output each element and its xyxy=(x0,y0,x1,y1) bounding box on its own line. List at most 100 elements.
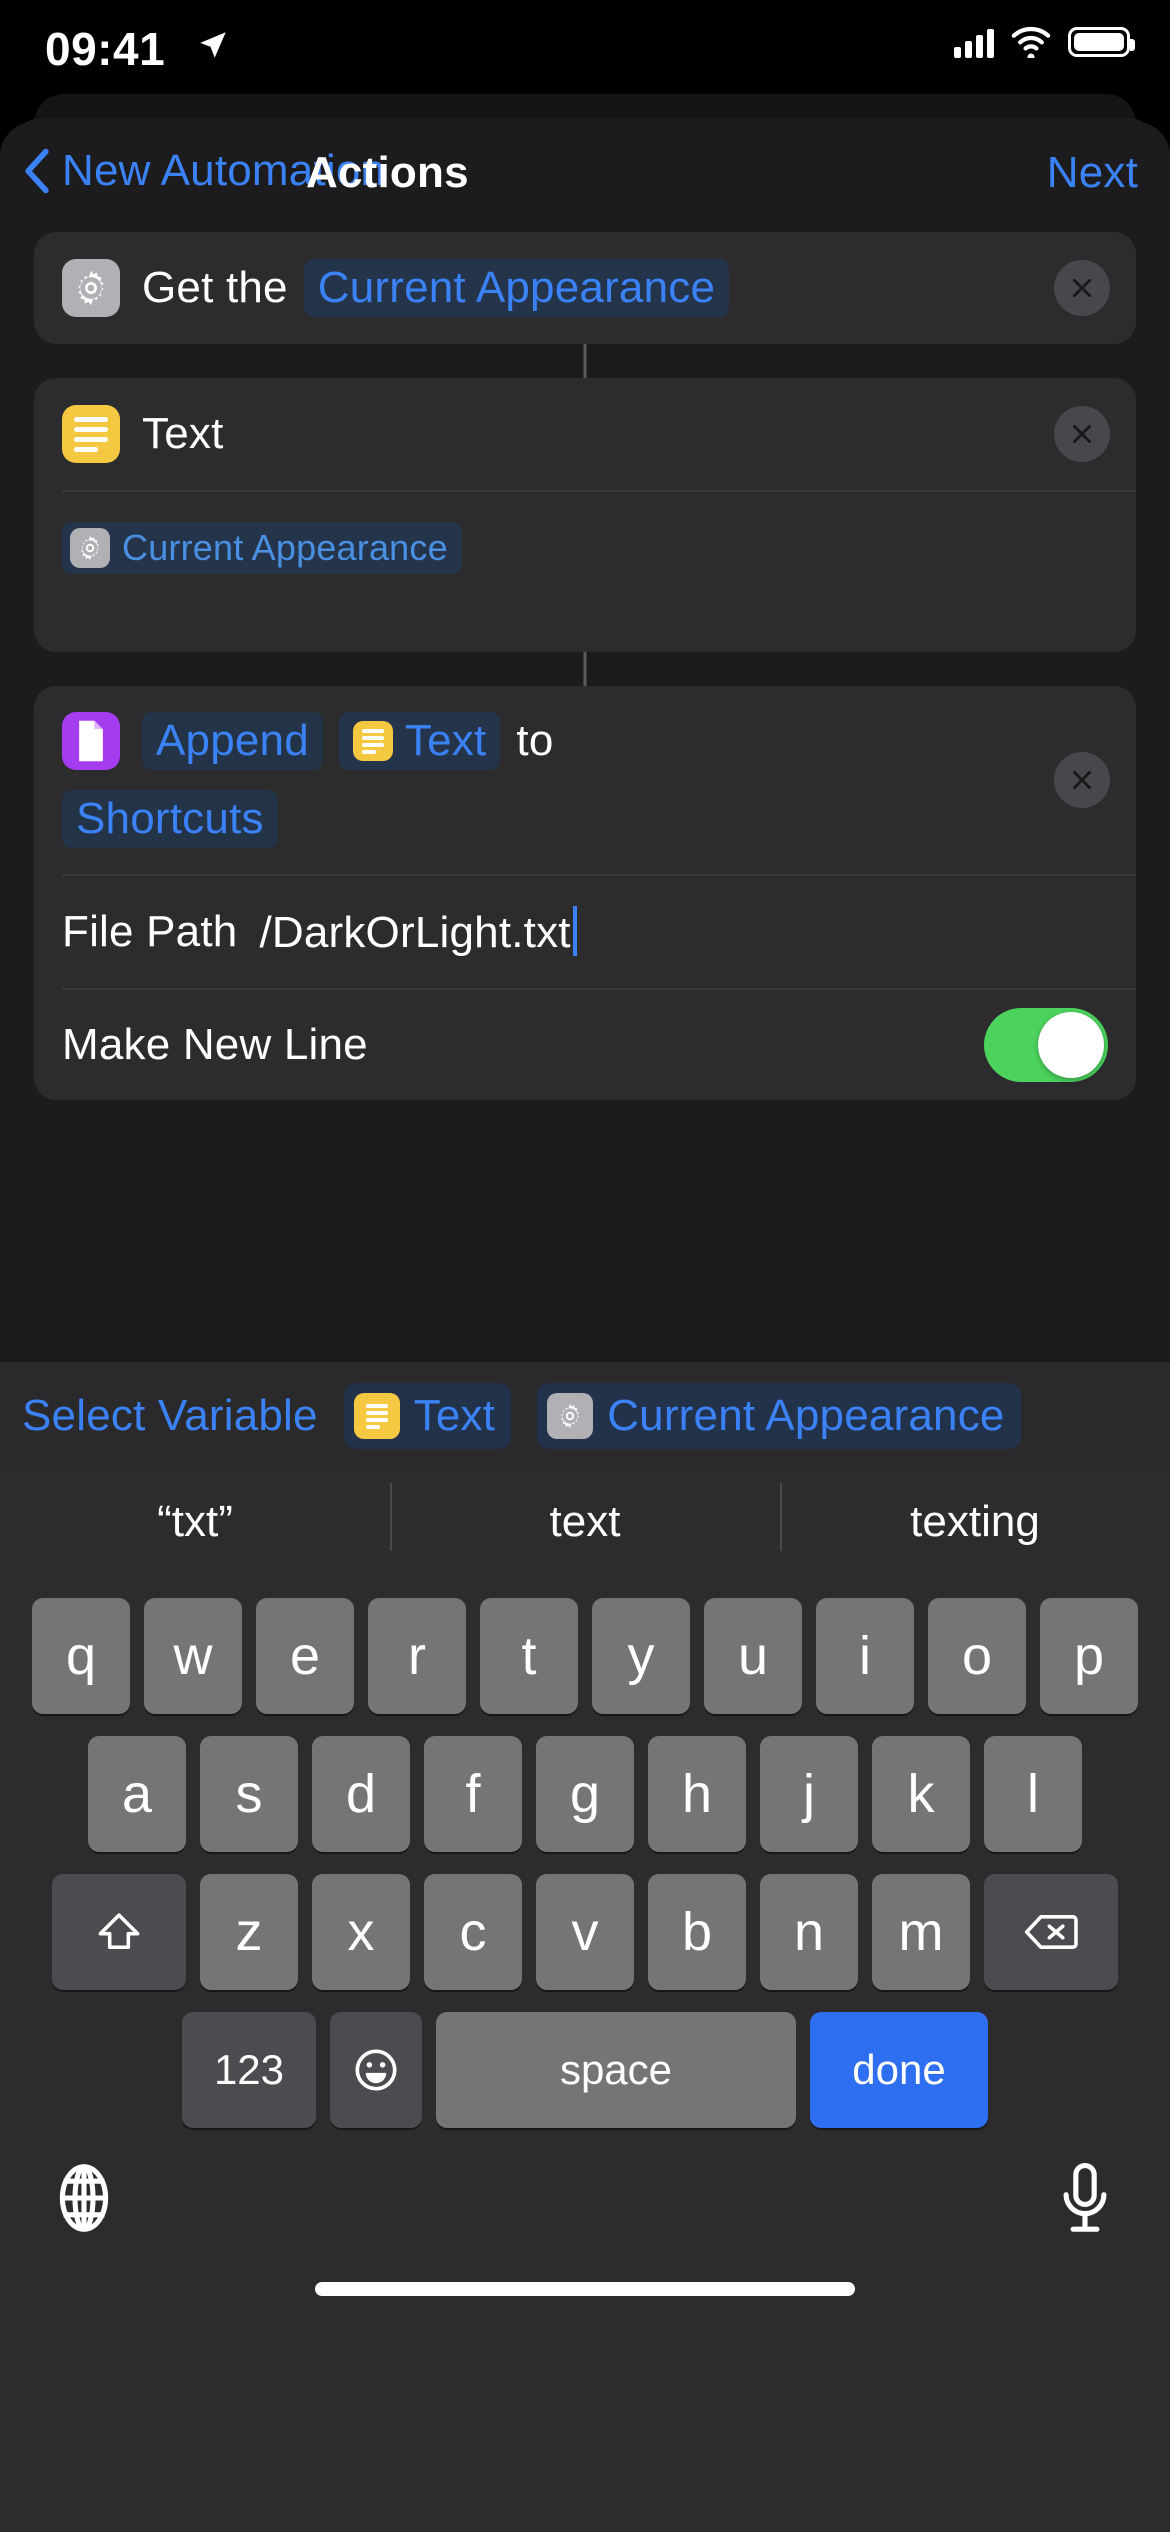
status-bar: 09:41 xyxy=(0,0,1170,100)
action-token-service[interactable]: Shortcuts xyxy=(62,790,278,848)
file-path-value: /DarkOrLight.txt xyxy=(259,908,571,957)
action-token-text-variable[interactable]: Text xyxy=(338,712,501,770)
text-cursor xyxy=(572,906,577,956)
gear-icon xyxy=(62,259,120,317)
key-i[interactable]: i xyxy=(816,1598,914,1714)
close-icon xyxy=(1073,771,1091,789)
status-bar-indicators xyxy=(954,26,1135,58)
keyboard-bottom-bar xyxy=(0,2128,1170,2318)
remove-action-button[interactable] xyxy=(1054,406,1110,462)
microphone-icon[interactable] xyxy=(1058,2160,1112,2238)
status-bar-time: 09:41 xyxy=(45,23,166,75)
key-n[interactable]: n xyxy=(760,1874,858,1990)
globe-icon[interactable] xyxy=(48,2162,120,2234)
select-variable-label[interactable]: Select Variable xyxy=(22,1391,318,1441)
iphone-screen: 09:41 New Automation Actions Next Get th… xyxy=(0,0,1170,2532)
text-lines-icon xyxy=(62,405,120,463)
gear-icon xyxy=(70,528,110,568)
remove-action-button[interactable] xyxy=(1054,752,1110,808)
location-arrow-icon xyxy=(200,32,226,58)
page-title: Actions xyxy=(306,148,469,197)
key-h[interactable]: h xyxy=(648,1736,746,1852)
key-g[interactable]: g xyxy=(536,1736,634,1852)
action-header: Append Text to Shortcuts xyxy=(34,686,1136,874)
text-lines-icon xyxy=(352,721,393,761)
action-header: Text xyxy=(34,378,1136,490)
keyboard-row-2: a s d f g h j k l xyxy=(0,1736,1170,1852)
predictive-suggestions-bar: “txt” text texting xyxy=(0,1470,1170,1574)
shift-key[interactable] xyxy=(52,1874,186,1990)
key-y[interactable]: y xyxy=(592,1598,690,1714)
text-action-body[interactable]: Current Appearance xyxy=(34,492,1136,652)
keyboard-row-3: z x c v b n m xyxy=(0,1874,1170,1990)
variable-chip-label: Current Appearance xyxy=(122,527,448,568)
suggestion-1[interactable]: text xyxy=(390,1483,780,1551)
keyboard-row-4: 123 space done xyxy=(0,2012,1170,2128)
home-indicator xyxy=(315,2282,855,2296)
action-token-append[interactable]: Append xyxy=(142,712,323,770)
action-card-append-to-file[interactable]: Append Text to Shortcuts File Path /Dark… xyxy=(34,686,1136,1100)
variable-chip-current-appearance[interactable]: Current Appearance xyxy=(62,522,462,574)
key-k[interactable]: k xyxy=(872,1736,970,1852)
select-variable-bar: Select Variable Text Current Appearance xyxy=(0,1362,1170,1470)
key-r[interactable]: r xyxy=(368,1598,466,1714)
key-x[interactable]: x xyxy=(312,1874,410,1990)
battery-icon xyxy=(1068,27,1135,57)
key-u[interactable]: u xyxy=(704,1598,802,1714)
key-a[interactable]: a xyxy=(88,1736,186,1852)
key-s[interactable]: s xyxy=(200,1736,298,1852)
remove-action-button[interactable] xyxy=(1054,260,1110,316)
key-w[interactable]: w xyxy=(144,1598,242,1714)
key-t[interactable]: t xyxy=(480,1598,578,1714)
navigation-bar: New Automation Actions Next xyxy=(0,122,1170,232)
action-list: Get the Current Appearance Text Current … xyxy=(0,232,1170,1100)
space-key[interactable]: space xyxy=(436,2012,796,2128)
action-title-text: Text xyxy=(142,409,224,458)
variable-bar-chip-text[interactable]: Text xyxy=(343,1383,512,1449)
key-j[interactable]: j xyxy=(760,1736,858,1852)
key-e[interactable]: e xyxy=(256,1598,354,1714)
key-o[interactable]: o xyxy=(928,1598,1026,1714)
action-connector xyxy=(34,652,1136,686)
key-f[interactable]: f xyxy=(424,1736,522,1852)
gear-icon xyxy=(547,1393,594,1439)
key-v[interactable]: v xyxy=(536,1874,634,1990)
backspace-icon xyxy=(1024,1915,1078,1949)
key-z[interactable]: z xyxy=(200,1874,298,1990)
keyboard-row-1: q w e r t y u i o p xyxy=(0,1598,1170,1714)
row-file-path[interactable]: File Path /DarkOrLight.txt xyxy=(34,876,1136,988)
done-key[interactable]: done xyxy=(810,2012,988,2128)
numbers-key[interactable]: 123 xyxy=(182,2012,316,2128)
row-make-new-line[interactable]: Make New Line xyxy=(34,990,1136,1100)
action-prefix-label: Get the xyxy=(142,263,288,312)
document-icon xyxy=(62,712,120,770)
suggestion-2[interactable]: texting xyxy=(780,1483,1170,1551)
key-b[interactable]: b xyxy=(648,1874,746,1990)
action-card-get-current-appearance[interactable]: Get the Current Appearance xyxy=(34,232,1136,344)
suggestion-0[interactable]: “txt” xyxy=(0,1497,390,1547)
key-m[interactable]: m xyxy=(872,1874,970,1990)
file-path-label: File Path xyxy=(62,907,238,956)
text-lines-icon xyxy=(353,1393,400,1439)
software-keyboard: “txt” text texting q w e r t y u i o p a… xyxy=(0,1470,1170,2532)
key-c[interactable]: c xyxy=(424,1874,522,1990)
key-q[interactable]: q xyxy=(32,1598,130,1714)
backspace-key[interactable] xyxy=(984,1874,1118,1990)
shift-icon xyxy=(98,1913,140,1950)
action-token-text-label: Text xyxy=(404,716,487,765)
wifi-icon xyxy=(1011,27,1051,58)
key-p[interactable]: p xyxy=(1040,1598,1138,1714)
file-path-input[interactable]: /DarkOrLight.txt xyxy=(259,906,577,958)
variable-bar-chip-current-appearance[interactable]: Current Appearance xyxy=(537,1383,1021,1449)
next-button[interactable]: Next xyxy=(1047,148,1138,198)
chevron-left-icon xyxy=(25,148,49,194)
make-new-line-toggle[interactable] xyxy=(984,1008,1108,1082)
variable-bar-chip-current-appearance-label: Current Appearance xyxy=(607,1391,1005,1440)
key-l[interactable]: l xyxy=(984,1736,1082,1852)
emoji-key[interactable] xyxy=(330,2012,422,2128)
key-d[interactable]: d xyxy=(312,1736,410,1852)
action-card-text[interactable]: Text Current Appearance xyxy=(34,378,1136,652)
make-new-line-label: Make New Line xyxy=(62,1020,368,1069)
close-icon xyxy=(1073,425,1091,443)
action-parameter-current-appearance[interactable]: Current Appearance xyxy=(303,259,730,317)
